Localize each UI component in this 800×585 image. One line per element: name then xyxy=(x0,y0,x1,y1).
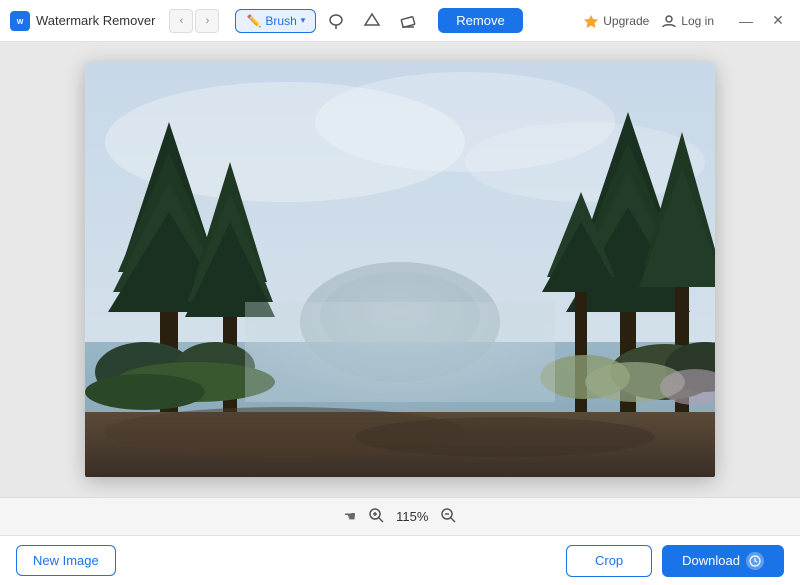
lasso-tool-button[interactable] xyxy=(320,7,352,35)
eraser-tool-button[interactable] xyxy=(392,7,424,35)
close-button[interactable]: ✕ xyxy=(766,9,790,33)
zoom-bar: ☚ 115% xyxy=(0,497,800,535)
brush-dropdown-icon: ▾ xyxy=(301,15,306,26)
main-canvas-area[interactable] xyxy=(0,42,800,497)
hand-tool-icon[interactable]: ☚ xyxy=(344,508,357,525)
minimize-button[interactable]: — xyxy=(734,9,758,33)
brush-tool-button[interactable]: ✏️ Brush ▾ xyxy=(235,9,316,33)
user-icon xyxy=(661,13,677,29)
nav-arrows: ‹ › xyxy=(169,9,219,33)
upgrade-icon xyxy=(583,13,599,29)
app-icon: W xyxy=(10,11,30,31)
back-button[interactable]: ‹ xyxy=(169,9,193,33)
polygon-tool-button[interactable] xyxy=(356,7,388,35)
crop-button[interactable]: Crop xyxy=(566,545,652,577)
download-clock-icon xyxy=(746,552,764,570)
svg-text:W: W xyxy=(17,19,24,26)
zoom-out-icon[interactable] xyxy=(440,507,456,526)
forward-button[interactable]: › xyxy=(195,9,219,33)
window-controls: — ✕ xyxy=(734,9,790,33)
login-button[interactable]: Log in xyxy=(661,13,714,29)
titlebar-right: Upgrade Log in — ✕ xyxy=(583,9,790,33)
brush-icon: ✏️ xyxy=(246,14,261,28)
image-canvas[interactable] xyxy=(85,62,715,477)
bottom-bar: New Image Crop Download xyxy=(0,535,800,585)
remove-button[interactable]: Remove xyxy=(438,8,522,33)
download-button[interactable]: Download xyxy=(662,545,784,577)
toolbar-tools: ✏️ Brush ▾ xyxy=(235,7,424,35)
zoom-in-icon[interactable] xyxy=(368,507,384,526)
app-title: Watermark Remover xyxy=(36,13,155,28)
landscape-image xyxy=(85,62,715,477)
zoom-level: 115% xyxy=(396,509,428,524)
bottom-right-actions: Crop Download xyxy=(566,545,784,577)
titlebar-left: W Watermark Remover ‹ › ✏️ Brush ▾ xyxy=(10,7,583,35)
new-image-button[interactable]: New Image xyxy=(16,545,116,576)
upgrade-button[interactable]: Upgrade xyxy=(583,13,649,29)
titlebar: W Watermark Remover ‹ › ✏️ Brush ▾ xyxy=(0,0,800,42)
